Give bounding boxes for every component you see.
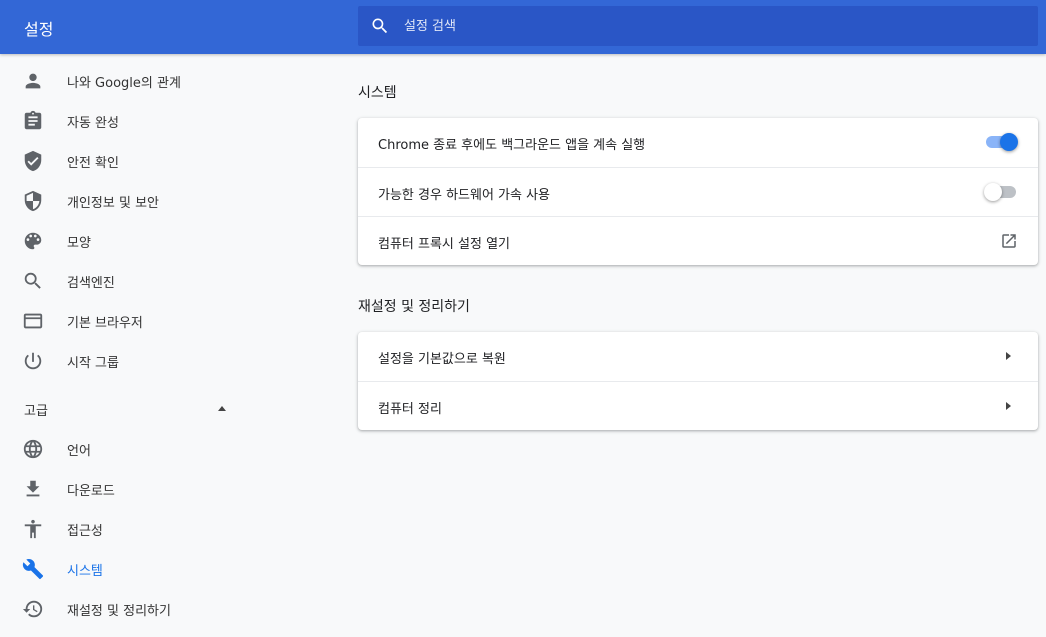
download-icon xyxy=(22,478,44,500)
sidebar-item-label: 개인정보 및 보안 xyxy=(67,195,159,211)
sidebar-item-reset[interactable]: 재설정 및 정리하기 xyxy=(0,589,260,629)
sidebar-item-label: 다운로드 xyxy=(67,483,115,499)
search-icon xyxy=(370,16,390,36)
sidebar-item-system[interactable]: 시스템 xyxy=(0,549,260,589)
restore-icon xyxy=(22,598,44,620)
search-box[interactable] xyxy=(358,6,1038,46)
palette-icon xyxy=(22,230,44,252)
toggle-knob xyxy=(1000,133,1018,151)
sidebar-item-search-engine[interactable]: 검색엔진 xyxy=(0,261,260,301)
sidebar-item-label: 검색엔진 xyxy=(67,275,115,291)
sidebar-item-appearance[interactable]: 모양 xyxy=(0,221,260,261)
power-icon xyxy=(22,350,44,372)
sidebar-item-autofill[interactable]: 자동 완성 xyxy=(0,101,260,141)
sidebar-item-label: 모양 xyxy=(67,235,91,251)
setting-label: 가능한 경우 하드웨어 가속 사용 xyxy=(378,188,551,203)
sidebar-item-label: 나와 Google의 관계 xyxy=(67,75,181,91)
sidebar-item-you-and-google[interactable]: 나와 Google의 관계 xyxy=(0,61,260,101)
sidebar-item-on-startup[interactable]: 시작 그룹 xyxy=(0,341,260,381)
sidebar-item-label: 접근성 xyxy=(67,523,103,539)
setting-row-clean-up-computer[interactable]: 컴퓨터 정리 xyxy=(358,381,1038,430)
app-title: 설정 xyxy=(24,20,54,39)
sidebar-item-label: 언어 xyxy=(67,443,91,459)
sidebar-item-label: 기본 브라우저 xyxy=(67,315,143,331)
sidebar-item-label: 자동 완성 xyxy=(67,115,119,131)
top-bar: 설정 xyxy=(0,0,1046,54)
sidebar-item-label: 시작 그룹 xyxy=(67,355,119,371)
person-icon xyxy=(22,70,44,92)
wrench-icon xyxy=(22,558,44,580)
shield-half-icon xyxy=(22,190,44,212)
search-icon xyxy=(22,270,44,292)
sidebar-item-downloads[interactable]: 다운로드 xyxy=(0,469,260,509)
arrow-up-icon xyxy=(218,406,226,411)
setting-row-restore-defaults[interactable]: 설정을 기본값으로 복원 xyxy=(358,332,1038,381)
system-card: Chrome 종료 후에도 백그라운드 앱을 계속 실행 가능한 경우 하드웨어… xyxy=(358,118,1038,265)
sidebar-item-safety-check[interactable]: 안전 확인 xyxy=(0,141,260,181)
setting-row-proxy[interactable]: 컴퓨터 프록시 설정 열기 xyxy=(358,216,1038,265)
accessibility-icon xyxy=(22,518,44,540)
reset-card: 설정을 기본값으로 복원 컴퓨터 정리 xyxy=(358,332,1038,430)
setting-label: 컴퓨터 정리 xyxy=(378,402,442,417)
external-link-icon[interactable] xyxy=(1000,232,1018,250)
chevron-right-icon xyxy=(1006,402,1011,410)
sidebar-item-label: 시스템 xyxy=(67,563,103,579)
section-title-system: 시스템 xyxy=(358,85,397,101)
browser-window-icon xyxy=(22,310,44,332)
advanced-label: 고급 xyxy=(24,404,48,419)
sidebar: 나와 Google의 관계 자동 완성 안전 확인 개인정보 및 보안 모양 검… xyxy=(0,54,330,637)
sidebar-item-default-browser[interactable]: 기본 브라우저 xyxy=(0,301,260,341)
sidebar-item-privacy[interactable]: 개인정보 및 보안 xyxy=(0,181,260,221)
chevron-right-icon xyxy=(1006,352,1011,360)
setting-label: 설정을 기본값으로 복원 xyxy=(378,352,506,367)
toggle-knob xyxy=(984,183,1002,201)
globe-icon xyxy=(22,438,44,460)
setting-label: Chrome 종료 후에도 백그라운드 앱을 계속 실행 xyxy=(378,138,646,153)
sidebar-item-label: 안전 확인 xyxy=(67,155,119,171)
sidebar-item-label: 재설정 및 정리하기 xyxy=(67,603,171,619)
shield-check-icon xyxy=(22,150,44,172)
advanced-toggle[interactable]: 고급 xyxy=(0,388,240,428)
sidebar-item-accessibility[interactable]: 접근성 xyxy=(0,509,260,549)
hardware-acceleration-toggle[interactable] xyxy=(984,183,1016,202)
setting-label: 컴퓨터 프록시 설정 열기 xyxy=(378,237,510,252)
section-title-reset: 재설정 및 정리하기 xyxy=(358,299,470,315)
setting-row-background-apps[interactable]: Chrome 종료 후에도 백그라운드 앱을 계속 실행 xyxy=(358,118,1038,167)
sidebar-item-languages[interactable]: 언어 xyxy=(0,429,260,469)
clipboard-icon xyxy=(22,110,44,132)
setting-row-hardware-acceleration[interactable]: 가능한 경우 하드웨어 가속 사용 xyxy=(358,167,1038,216)
background-apps-toggle[interactable] xyxy=(986,133,1018,152)
search-input[interactable] xyxy=(404,6,1024,46)
